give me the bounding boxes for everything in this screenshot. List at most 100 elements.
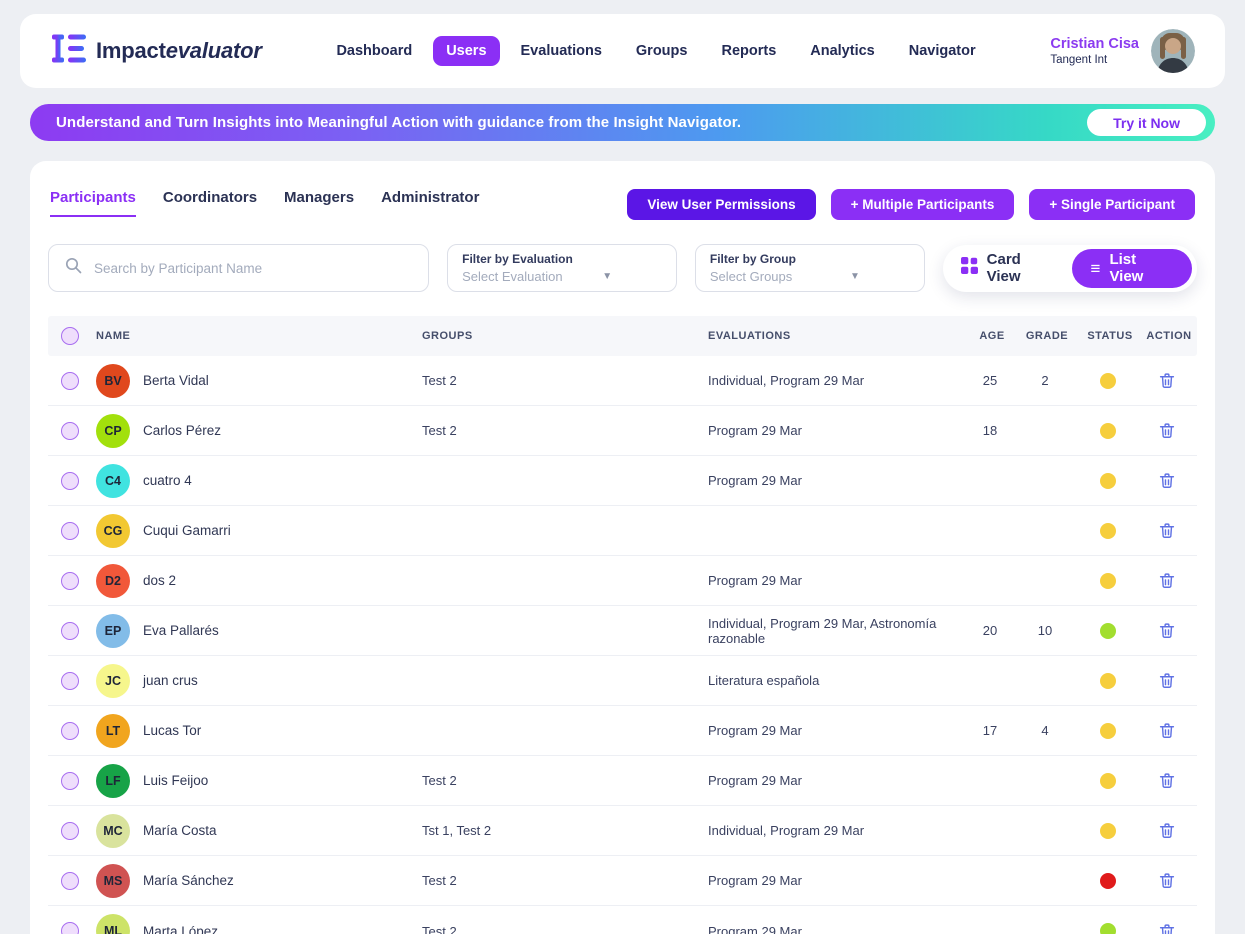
tab-coordinators[interactable]: Coordinators bbox=[163, 189, 257, 217]
delete-icon[interactable] bbox=[1158, 421, 1176, 440]
delete-icon[interactable] bbox=[1158, 571, 1176, 590]
group-filter-value: Select Groups bbox=[710, 269, 792, 284]
select-all-checkbox[interactable] bbox=[61, 327, 79, 345]
groups-cell: Test 2 bbox=[422, 417, 708, 444]
evaluation-filter[interactable]: Filter by Evaluation Select Evaluation ▼ bbox=[447, 244, 677, 292]
participant-avatar: C4 bbox=[96, 464, 130, 498]
try-it-now-button[interactable]: Try it Now bbox=[1087, 109, 1206, 136]
app-logo[interactable]: Impactevaluator bbox=[52, 34, 262, 68]
age-cell: 18 bbox=[969, 417, 1015, 444]
grade-cell bbox=[1015, 525, 1079, 537]
row-checkbox[interactable] bbox=[61, 772, 79, 790]
delete-icon[interactable] bbox=[1158, 371, 1176, 390]
tab-administrator[interactable]: Administrator bbox=[381, 189, 479, 217]
groups-cell: Test 2 bbox=[422, 918, 708, 934]
top-bar: Impactevaluator Dashboard Users Evaluati… bbox=[20, 14, 1225, 88]
main-nav: Dashboard Users Evaluations Groups Repor… bbox=[323, 36, 988, 66]
nav-item-navigator[interactable]: Navigator bbox=[896, 36, 989, 66]
nav-item-users[interactable]: Users bbox=[433, 36, 499, 66]
tab-actions: View User Permissions + Multiple Partici… bbox=[627, 189, 1195, 220]
user-avatar[interactable] bbox=[1151, 29, 1195, 73]
tab-participants[interactable]: Participants bbox=[50, 189, 136, 217]
tab-managers[interactable]: Managers bbox=[284, 189, 354, 217]
delete-icon[interactable] bbox=[1158, 771, 1176, 790]
status-dot bbox=[1100, 673, 1116, 689]
age-cell bbox=[969, 925, 1015, 934]
table-row: D2 dos 2 Program 29 Mar bbox=[48, 556, 1197, 606]
row-checkbox[interactable] bbox=[61, 722, 79, 740]
table-header: NAME GROUPS EVALUATIONS AGE GRADE STATUS… bbox=[48, 316, 1197, 356]
age-cell: 20 bbox=[969, 617, 1015, 644]
insight-navigator-banner: Understand and Turn Insights into Meanin… bbox=[30, 104, 1215, 141]
participant-name: Marta López bbox=[143, 924, 218, 934]
delete-icon[interactable] bbox=[1158, 471, 1176, 490]
group-filter[interactable]: Filter by Group Select Groups ▼ bbox=[695, 244, 925, 292]
delete-icon[interactable] bbox=[1158, 871, 1176, 890]
row-checkbox[interactable] bbox=[61, 472, 79, 490]
chevron-down-icon: ▼ bbox=[602, 271, 612, 282]
row-checkbox[interactable] bbox=[61, 372, 79, 390]
status-dot bbox=[1100, 723, 1116, 739]
tabs-row: Participants Coordinators Managers Admin… bbox=[48, 189, 1197, 220]
nav-item-analytics[interactable]: Analytics bbox=[797, 36, 887, 66]
table-row: C4 cuatro 4 Program 29 Mar bbox=[48, 456, 1197, 506]
user-org: Tangent Int bbox=[1050, 54, 1139, 66]
row-checkbox[interactable] bbox=[61, 622, 79, 640]
delete-icon[interactable] bbox=[1158, 821, 1176, 840]
delete-icon[interactable] bbox=[1158, 721, 1176, 740]
filter-row: Filter by Evaluation Select Evaluation ▼… bbox=[48, 244, 1197, 292]
participant-avatar: LF bbox=[96, 764, 130, 798]
groups-cell: Test 2 bbox=[422, 867, 708, 894]
groups-cell: Tst 1, Test 2 bbox=[422, 817, 708, 844]
delete-icon[interactable] bbox=[1158, 521, 1176, 540]
col-grade: GRADE bbox=[1015, 330, 1079, 342]
evaluation-filter-label: Filter by Evaluation bbox=[462, 252, 662, 266]
nav-item-reports[interactable]: Reports bbox=[708, 36, 789, 66]
add-multiple-participants-button[interactable]: + Multiple Participants bbox=[831, 189, 1015, 220]
table-body: BV Berta Vidal Test 2 Individual, Progra… bbox=[48, 356, 1197, 934]
age-cell bbox=[969, 825, 1015, 837]
age-cell bbox=[969, 575, 1015, 587]
evaluations-cell: Program 29 Mar bbox=[708, 867, 969, 894]
user-menu[interactable]: Cristian Cisa Tangent Int bbox=[1050, 29, 1195, 73]
search-input[interactable] bbox=[94, 261, 412, 276]
row-checkbox[interactable] bbox=[61, 522, 79, 540]
participant-name: juan crus bbox=[143, 673, 198, 688]
evaluations-cell: Program 29 Mar bbox=[708, 567, 969, 594]
grade-cell: 2 bbox=[1015, 367, 1079, 394]
add-single-participant-button[interactable]: + Single Participant bbox=[1029, 189, 1195, 220]
participant-avatar: ML bbox=[96, 914, 130, 934]
evaluations-cell: Program 29 Mar bbox=[708, 467, 969, 494]
row-checkbox[interactable] bbox=[61, 922, 79, 934]
groups-cell bbox=[422, 575, 708, 587]
nav-item-groups[interactable]: Groups bbox=[623, 36, 701, 66]
row-checkbox[interactable] bbox=[61, 822, 79, 840]
row-checkbox[interactable] bbox=[61, 672, 79, 690]
row-checkbox[interactable] bbox=[61, 872, 79, 890]
col-name: NAME bbox=[92, 330, 422, 342]
participant-avatar: MC bbox=[96, 814, 130, 848]
table-row: BV Berta Vidal Test 2 Individual, Progra… bbox=[48, 356, 1197, 406]
list-icon: ≡ bbox=[1091, 260, 1101, 277]
chevron-down-icon: ▼ bbox=[850, 271, 860, 282]
participant-avatar: D2 bbox=[96, 564, 130, 598]
delete-icon[interactable] bbox=[1158, 922, 1176, 934]
delete-icon[interactable] bbox=[1158, 621, 1176, 640]
participant-avatar: EP bbox=[96, 614, 130, 648]
table-row: MC María Costa Tst 1, Test 2 Individual,… bbox=[48, 806, 1197, 856]
nav-item-dashboard[interactable]: Dashboard bbox=[323, 36, 425, 66]
list-view-button[interactable]: ≡ List View bbox=[1072, 249, 1192, 288]
age-cell: 17 bbox=[969, 717, 1015, 744]
age-cell bbox=[969, 475, 1015, 487]
col-evaluations: EVALUATIONS bbox=[708, 330, 969, 342]
nav-item-evaluations[interactable]: Evaluations bbox=[508, 36, 615, 66]
row-checkbox[interactable] bbox=[61, 572, 79, 590]
participant-name: Carlos Pérez bbox=[143, 423, 221, 438]
view-user-permissions-button[interactable]: View User Permissions bbox=[627, 189, 815, 220]
participant-name: Berta Vidal bbox=[143, 373, 209, 388]
grade-cell bbox=[1015, 425, 1079, 437]
delete-icon[interactable] bbox=[1158, 671, 1176, 690]
age-cell bbox=[969, 775, 1015, 787]
row-checkbox[interactable] bbox=[61, 422, 79, 440]
card-view-button[interactable]: Card View bbox=[961, 251, 1058, 285]
